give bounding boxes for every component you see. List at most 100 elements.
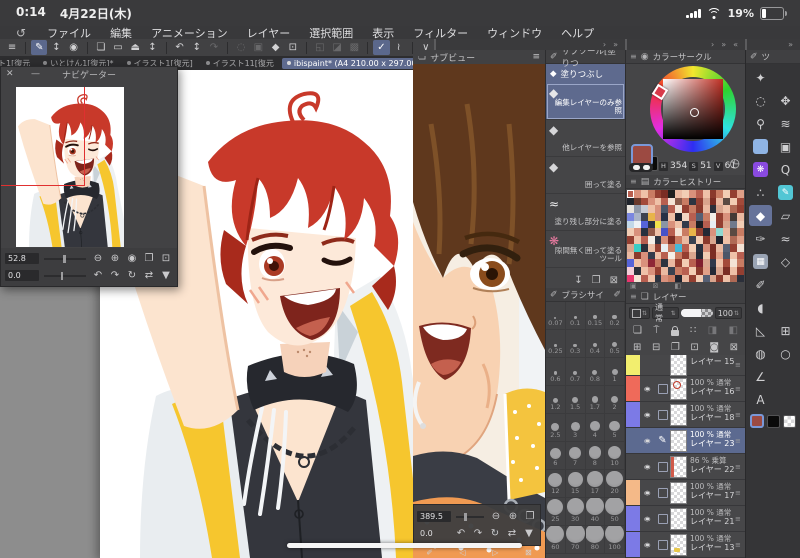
brush-size-0.25[interactable]: 0.25: [546, 330, 566, 358]
layer-visibility-toggle[interactable]: ◉: [640, 532, 655, 557]
layer-visibility-toggle[interactable]: ◉: [640, 454, 655, 479]
set-as-reference-icon[interactable]: ◨: [708, 325, 717, 336]
layer-color-label[interactable]: [626, 480, 640, 505]
history-swatch[interactable]: [661, 251, 669, 260]
layer-row-4[interactable]: ◉ ✎ 100 % 通常 レイヤー 23 ≡: [626, 428, 745, 454]
strip-chevron-icon[interactable]: »: [613, 40, 618, 49]
history-swatch[interactable]: [716, 228, 724, 237]
layers-menu-icon[interactable]: ≡: [630, 292, 637, 301]
lock-transparent-pixels-icon[interactable]: ∷: [690, 325, 696, 336]
clip-to-layer-below-icon[interactable]: ❏: [633, 325, 642, 336]
subview-zoom-slider[interactable]: [456, 512, 484, 521]
history-swatch[interactable]: [688, 236, 696, 244]
brush-size-25[interactable]: 25: [546, 498, 566, 526]
brush-size-0.1[interactable]: 0.1: [565, 302, 586, 330]
history-swatch[interactable]: [695, 274, 703, 283]
brush-size-6[interactable]: 6: [546, 442, 566, 470]
history-swatch[interactable]: [737, 197, 744, 206]
history-swatch[interactable]: [688, 266, 696, 275]
brush-size-0.2[interactable]: 0.2: [605, 302, 625, 330]
history-swatch[interactable]: [668, 259, 676, 267]
history-swatch[interactable]: [723, 259, 731, 267]
history-swatch[interactable]: [654, 205, 662, 214]
history-swatch[interactable]: [723, 213, 731, 221]
history-swatch[interactable]: [675, 213, 683, 221]
history-swatch[interactable]: [633, 228, 641, 237]
rotate-ccw-button[interactable]: ↶: [91, 270, 105, 281]
layer-mask-icon[interactable]: ⍑: [653, 325, 659, 336]
figure-tool[interactable]: ◺: [749, 320, 772, 341]
zoom-in-button[interactable]: ⊕: [108, 253, 122, 264]
history-swatch[interactable]: [737, 213, 744, 221]
history-swatch[interactable]: [709, 205, 717, 214]
history-swatch[interactable]: [723, 190, 731, 198]
merge-layer-button[interactable]: ⊡: [690, 342, 698, 353]
history-swatch[interactable]: [709, 190, 717, 198]
history-swatch[interactable]: [682, 274, 689, 283]
history-swatch[interactable]: [702, 251, 710, 260]
undo-button[interactable]: ↶: [171, 40, 187, 55]
history-swatch[interactable]: [695, 236, 703, 244]
file-expander[interactable]: ↕: [144, 40, 160, 55]
close-icon[interactable]: ✕: [6, 69, 14, 79]
history-swatch[interactable]: [654, 243, 662, 252]
lasso-tool[interactable]: Q: [774, 159, 797, 180]
gradient-tool[interactable]: [749, 136, 772, 157]
layer-row-menu-icon[interactable]: ≡: [735, 376, 745, 401]
history-swatch[interactable]: [702, 236, 710, 244]
layer-thumbnail[interactable]: [670, 377, 687, 400]
brush-size-0.3[interactable]: 0.3: [565, 330, 586, 358]
history-swatch[interactable]: [730, 228, 738, 237]
material-decoration-tool[interactable]: ▦: [749, 251, 772, 272]
brush-size-1.5[interactable]: 1.5: [565, 386, 586, 414]
duplicate-view-button[interactable]: ❐: [142, 253, 156, 264]
history-swatch[interactable]: [647, 205, 655, 214]
layer-thumbnail[interactable]: [670, 481, 687, 504]
history-swatch[interactable]: [633, 205, 641, 214]
layer-row-7[interactable]: ◉ 100 % 通常 レイヤー 21 ≡: [626, 506, 745, 532]
layer-row-menu-icon[interactable]: ≡: [735, 532, 745, 557]
history-swatch[interactable]: [633, 259, 641, 267]
layer-row-5[interactable]: ◉ 86 % 乗算 レイヤー 22 ≡: [626, 454, 745, 480]
history-swatch[interactable]: [682, 220, 689, 229]
history-swatch[interactable]: [730, 205, 738, 214]
layer-thumbnail[interactable]: [670, 355, 687, 376]
history-swatch[interactable]: [730, 236, 738, 244]
transparent-color-swatch[interactable]: [629, 163, 653, 172]
history-swatch[interactable]: [675, 274, 683, 283]
layer-checkbox[interactable]: [655, 532, 670, 557]
layer-visibility-toggle[interactable]: ◉: [640, 506, 655, 531]
history-swatch[interactable]: [668, 190, 676, 198]
history-swatch[interactable]: [716, 213, 724, 221]
history-swatch[interactable]: [627, 228, 634, 237]
main-menu-button[interactable]: ≡: [4, 40, 20, 55]
layer-visibility-toggle[interactable]: ◉: [640, 480, 655, 505]
transfer-layer-button[interactable]: ❐: [671, 342, 680, 353]
history-swatch[interactable]: [682, 236, 689, 244]
decoration-tool[interactable]: ❋: [749, 159, 772, 180]
history-swatch[interactable]: [682, 266, 689, 275]
layer-row-menu-icon[interactable]: ≡: [735, 355, 745, 375]
history-swatch[interactable]: [695, 190, 703, 198]
layer-color-label[interactable]: [626, 506, 640, 531]
layer-checkbox[interactable]: [655, 376, 670, 401]
sv-picker-marker[interactable]: [690, 108, 699, 117]
history-swatch[interactable]: [661, 274, 669, 283]
brush-size-2[interactable]: 2: [605, 386, 625, 414]
history-swatch[interactable]: [709, 236, 717, 244]
brush-size-0.7[interactable]: 0.7: [565, 358, 586, 386]
history-swatch[interactable]: [682, 197, 689, 206]
layer-editing-indicator[interactable]: ✎: [655, 428, 670, 453]
history-swatch[interactable]: [730, 197, 738, 206]
brush-size-60[interactable]: 60: [546, 526, 566, 554]
layer-row-2[interactable]: ◉ 100 % 通常 レイヤー 16 ≡: [626, 376, 745, 402]
color-circle-menu-icon[interactable]: ≡: [630, 52, 637, 61]
navigator-zoom-slider[interactable]: [44, 254, 86, 263]
history-swatch[interactable]: [668, 251, 676, 260]
history-swatch[interactable]: [627, 220, 634, 229]
layer-thumbnail[interactable]: [670, 533, 687, 556]
history-swatch[interactable]: [737, 190, 744, 198]
history-swatch[interactable]: [709, 259, 717, 267]
history-swatch[interactable]: [709, 228, 717, 237]
layer-row-menu-icon[interactable]: ≡: [735, 402, 745, 427]
